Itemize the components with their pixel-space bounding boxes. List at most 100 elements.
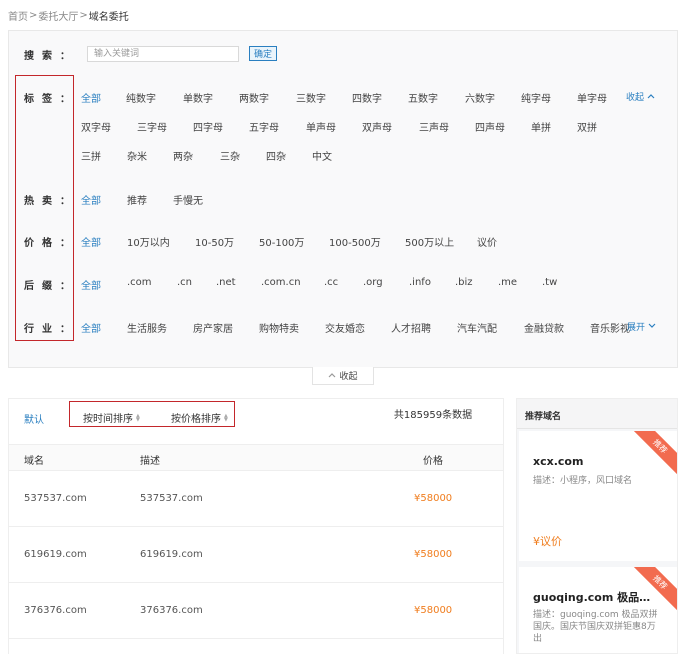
column-header-price: 价格: [423, 456, 443, 467]
tag-option[interactable]: 双声母: [362, 119, 392, 134]
suffix-option[interactable]: .org: [363, 277, 383, 288]
search-input[interactable]: [87, 46, 239, 62]
breadcrumb-home[interactable]: 首页: [8, 8, 28, 23]
suffix-option[interactable]: .cn: [177, 277, 192, 288]
tag-option[interactable]: 两杂: [173, 148, 193, 163]
suffix-label: 后 缀 ：: [24, 281, 70, 292]
breadcrumb-hall[interactable]: 委托大厅: [38, 8, 78, 23]
sort-default-button[interactable]: 默认: [24, 411, 44, 426]
suffix-option[interactable]: .com: [127, 277, 152, 288]
sort-by-time-button[interactable]: 按时间排序 ▲ ▼: [83, 410, 140, 425]
collapse-filter-button[interactable]: 收起: [312, 367, 374, 385]
industry-option[interactable]: 生活服务: [127, 320, 167, 335]
breadcrumb-current: 域名委托: [88, 11, 129, 23]
recommended-price: ¥议价: [533, 535, 562, 548]
hot-label: 热 卖 ：: [24, 196, 70, 207]
suffix-option[interactable]: .com.cn: [261, 277, 301, 288]
row-desc: 619619.com: [140, 549, 203, 560]
recommended-domain[interactable]: guoqing.com 极品双...: [533, 589, 655, 605]
industry-label: 行 业 ：: [24, 324, 70, 335]
row-domain[interactable]: 537537.com: [24, 493, 87, 504]
industry-option[interactable]: 金融贷款: [524, 320, 564, 335]
price-option[interactable]: 议价: [477, 234, 497, 249]
chevron-down-icon: [648, 322, 656, 332]
tag-option[interactable]: 四杂: [266, 148, 286, 163]
recommended-domain[interactable]: xcx.com: [533, 455, 655, 468]
industry-option[interactable]: 汽车汽配: [457, 320, 497, 335]
suffix-option[interactable]: .info: [409, 277, 431, 288]
industry-option[interactable]: 人才招聘: [391, 320, 431, 335]
suffix-option[interactable]: .me: [498, 277, 517, 288]
tags-label: 标 签 ：: [24, 94, 70, 105]
tag-option-all[interactable]: 全部: [81, 90, 101, 105]
table-header: 域名 描述 价格: [9, 445, 503, 471]
label-column-highlight: [15, 75, 74, 341]
tag-option[interactable]: 三声母: [419, 119, 449, 134]
tag-option[interactable]: 单数字: [183, 90, 213, 105]
price-option[interactable]: 10万以内: [127, 234, 170, 249]
tag-option[interactable]: 三字母: [137, 119, 167, 134]
list-toolbar: 默认 按时间排序 ▲ ▼ 按价格排序 ▲ ▼ 共185959条数据: [9, 399, 503, 445]
tag-option[interactable]: 中文: [312, 148, 332, 163]
tag-option[interactable]: 四字母: [193, 119, 223, 134]
caret-up-icon: [328, 371, 336, 381]
tag-option[interactable]: 两数字: [239, 90, 269, 105]
suffix-option[interactable]: .biz: [455, 277, 473, 288]
suffix-option[interactable]: .tw: [542, 277, 557, 288]
price-option[interactable]: 10-50万: [195, 234, 234, 249]
tag-option[interactable]: 单字母: [577, 90, 607, 105]
tag-option[interactable]: 三数字: [296, 90, 326, 105]
tag-option[interactable]: 五数字: [408, 90, 438, 105]
suffix-option[interactable]: .cc: [324, 277, 338, 288]
tag-option[interactable]: 双拼: [577, 119, 597, 134]
tag-option[interactable]: 三杂: [220, 148, 240, 163]
tag-option[interactable]: 纯字母: [521, 90, 551, 105]
row-desc: 537537.com: [140, 493, 203, 504]
sort-arrows-icon: ▲ ▼: [136, 412, 140, 423]
industry-expand-toggle[interactable]: 展开: [627, 320, 656, 333]
recommended-card[interactable]: 推荐 xcx.com 描述：小程序，风口域名 ¥议价: [519, 431, 677, 561]
tag-option[interactable]: 单声母: [306, 119, 336, 134]
tag-option[interactable]: 四数字: [352, 90, 382, 105]
row-price: ¥58000: [414, 549, 453, 560]
row-domain[interactable]: 619619.com: [24, 549, 87, 560]
price-option[interactable]: 50-100万: [259, 234, 304, 249]
recommended-card[interactable]: 推荐 guoqing.com 极品双... 描述：guoqing.com 极品双…: [519, 567, 677, 653]
recommended-title: 推荐域名: [517, 399, 677, 429]
industry-option[interactable]: 音乐影视: [590, 320, 630, 335]
price-label: 价 格 ：: [24, 238, 70, 249]
hot-option-all[interactable]: 全部: [81, 192, 101, 207]
hot-option[interactable]: 手慢无: [173, 192, 203, 207]
price-option[interactable]: 500万以上: [405, 234, 454, 249]
price-option-all[interactable]: 全部: [81, 234, 101, 249]
suffix-option-all[interactable]: 全部: [81, 277, 101, 292]
row-domain[interactable]: 376376.com: [24, 605, 87, 616]
table-row[interactable]: 537537.com 537537.com ¥58000: [9, 471, 503, 527]
tag-option[interactable]: 五字母: [249, 119, 279, 134]
price-option[interactable]: 100-500万: [329, 234, 381, 249]
sort-by-price-button[interactable]: 按价格排序 ▲ ▼: [171, 410, 228, 425]
industry-option[interactable]: 房产家居: [193, 320, 233, 335]
confirm-button[interactable]: 确定: [249, 46, 277, 61]
industry-option[interactable]: 购物特卖: [259, 320, 299, 335]
hot-option[interactable]: 推荐: [127, 192, 147, 207]
recommended-desc: 描述：小程序，风口域名: [533, 476, 633, 486]
industry-option-all[interactable]: 全部: [81, 320, 101, 335]
tags-collapse-toggle[interactable]: 收起: [626, 90, 655, 103]
recommended-panel: 推荐域名 推荐 xcx.com 描述：小程序，风口域名 ¥议价 推荐 guoqi…: [516, 398, 678, 654]
tag-option[interactable]: 单拼: [531, 119, 551, 134]
row-price: ¥58000: [414, 605, 453, 616]
tag-option[interactable]: 六数字: [465, 90, 495, 105]
table-row[interactable]: 376376.com 376376.com ¥58000: [9, 583, 503, 639]
domain-list-panel: 默认 按时间排序 ▲ ▼ 按价格排序 ▲ ▼ 共185959条数据 域名 描述 价格…: [8, 398, 504, 654]
tag-option[interactable]: 纯数字: [126, 90, 156, 105]
suffix-option[interactable]: .net: [216, 277, 236, 288]
tag-option[interactable]: 四声母: [475, 119, 505, 134]
column-header-desc: 描述: [140, 456, 160, 467]
table-row[interactable]: 619619.com 619619.com ¥58000: [9, 527, 503, 583]
tag-option[interactable]: 双字母: [81, 119, 111, 134]
tag-option[interactable]: 三拼: [81, 148, 101, 163]
row-desc: 376376.com: [140, 605, 203, 616]
industry-option[interactable]: 交友婚恋: [325, 320, 365, 335]
tag-option[interactable]: 杂米: [127, 148, 147, 163]
